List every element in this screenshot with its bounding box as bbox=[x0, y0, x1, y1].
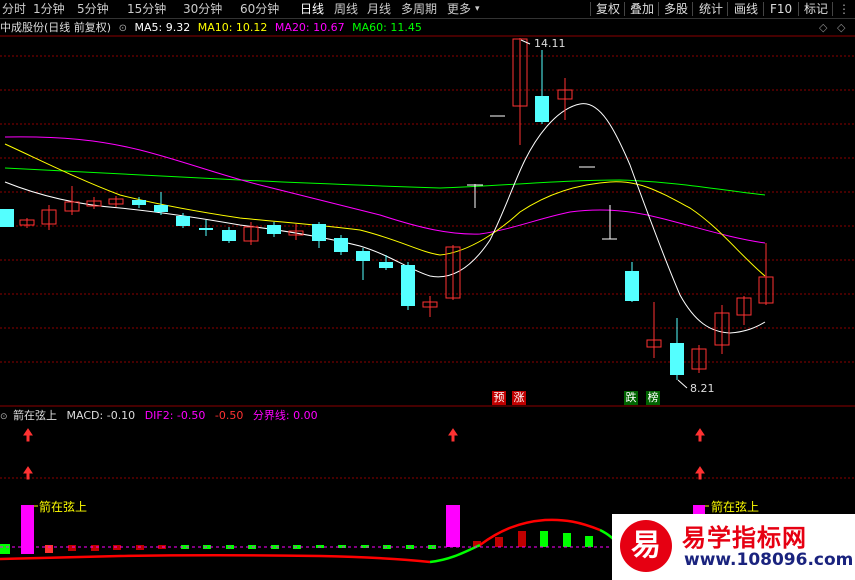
ma10-line bbox=[4, 143, 766, 277]
arrow-up-icon bbox=[448, 428, 458, 442]
fenjie-value: 分界线: 0.00 bbox=[252, 409, 318, 422]
hist-bar bbox=[45, 545, 53, 553]
hist-bar bbox=[563, 533, 571, 547]
arrow-up-icon bbox=[695, 428, 705, 442]
arrow-up-icons bbox=[23, 428, 705, 480]
candle bbox=[176, 216, 190, 226]
candle bbox=[379, 262, 393, 268]
macd-histogram bbox=[0, 531, 593, 554]
high-marker bbox=[520, 39, 531, 45]
ma20-line bbox=[4, 136, 766, 244]
logo-icon: 易 bbox=[620, 520, 672, 572]
arrow-up-icon bbox=[695, 466, 705, 480]
signal-label: 箭在弦上 bbox=[39, 500, 88, 514]
hist-bar bbox=[495, 537, 503, 547]
watermark-logo: 易 易学指标网 www.108096.com bbox=[612, 514, 855, 580]
hist-bar bbox=[68, 545, 76, 551]
candle bbox=[132, 200, 146, 205]
candle bbox=[401, 265, 415, 306]
ma5-line bbox=[4, 103, 766, 334]
candle bbox=[535, 96, 549, 122]
ma60-line bbox=[4, 167, 766, 196]
candle bbox=[199, 228, 213, 230]
dif2-value: DIF2: -0.50 bbox=[144, 409, 206, 422]
zhang-tag[interactable]: 涨 bbox=[512, 391, 526, 405]
candle bbox=[312, 224, 326, 241]
hist-bar bbox=[585, 536, 593, 547]
macd-value: MACD: -0.10 bbox=[66, 409, 136, 422]
hist-bar bbox=[91, 545, 99, 551]
bang-tag[interactable]: 榜 bbox=[646, 391, 660, 405]
yu-tag[interactable]: 预 bbox=[492, 391, 506, 405]
signal-label: 箭在弦上 bbox=[711, 500, 760, 514]
die-tag[interactable]: 跌 bbox=[624, 391, 638, 405]
kline-chart bbox=[0, 35, 855, 564]
indicator-settings-icon[interactable]: ⊙ bbox=[0, 412, 8, 422]
hist-bar bbox=[540, 531, 548, 547]
macd-info-bar: ⊙ 箭在弦上 MACD: -0.10 DIF2: -0.50 -0.50 分界线… bbox=[0, 407, 318, 424]
arrow-up-icon bbox=[23, 466, 33, 480]
hist-bar bbox=[518, 531, 526, 547]
candle bbox=[334, 238, 348, 252]
signal-bar bbox=[446, 505, 460, 547]
candle bbox=[625, 271, 639, 301]
arrow-up-icon bbox=[23, 428, 33, 442]
candles bbox=[0, 38, 774, 380]
candle bbox=[222, 230, 236, 241]
indicator-title[interactable]: 箭在弦上 bbox=[13, 409, 57, 422]
high-price-label: 14.11 bbox=[534, 37, 566, 50]
low-marker bbox=[677, 379, 688, 389]
candle bbox=[0, 209, 14, 227]
logo-name: 易学指标网 bbox=[682, 524, 807, 552]
logo-url: www.108096.com bbox=[684, 550, 854, 570]
dea-value: -0.50 bbox=[214, 409, 244, 422]
candle bbox=[670, 343, 684, 375]
candle bbox=[356, 251, 370, 261]
low-price-label: 8.21 bbox=[690, 382, 715, 395]
macd-line-green bbox=[429, 543, 481, 564]
candle bbox=[154, 205, 168, 212]
candle bbox=[267, 225, 281, 234]
macd-line-red bbox=[0, 554, 431, 564]
hist-bar bbox=[0, 544, 10, 554]
